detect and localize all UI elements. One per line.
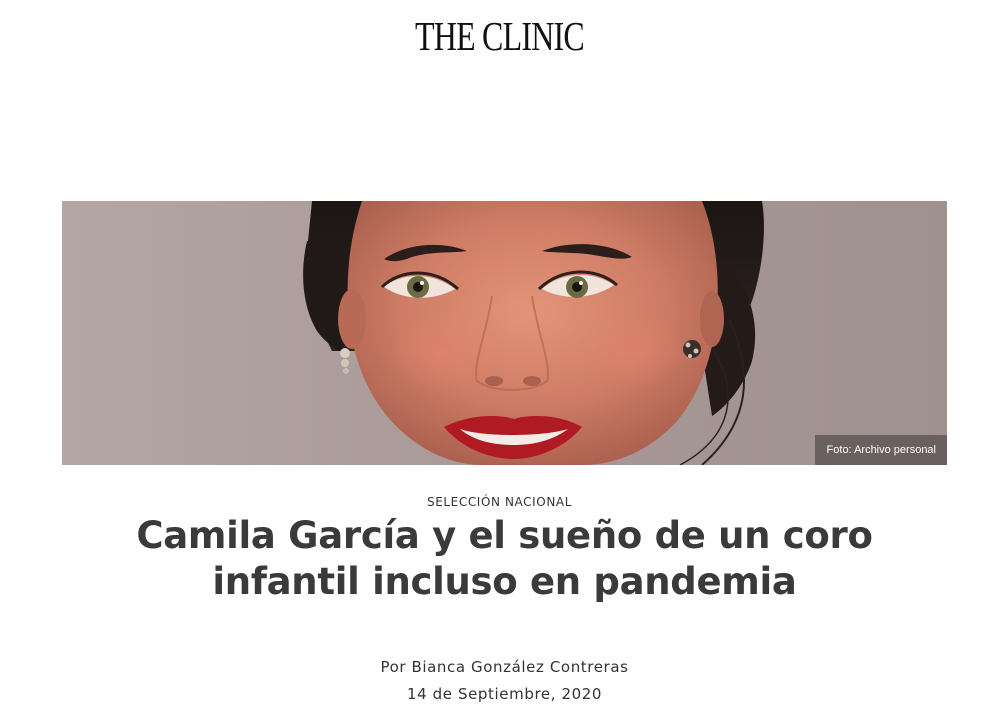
article-date: 14 de Septiembre, 2020 [406, 685, 603, 703]
site-header: THE CLINIC [0, 0, 999, 90]
site-logo[interactable]: THE CLINIC [110, 14, 889, 58]
article-byline[interactable]: Por Bianca González Contreras [0, 657, 999, 677]
article-category[interactable]: SELECCIÓN NACIONAL [0, 495, 999, 509]
article-title: Camila García y el sueño de un coro infa… [136, 514, 873, 603]
hero-image: Foto: Archivo personal [62, 201, 947, 465]
portrait-photo [62, 201, 947, 465]
photo-credit: Foto: Archivo personal [814, 435, 947, 465]
